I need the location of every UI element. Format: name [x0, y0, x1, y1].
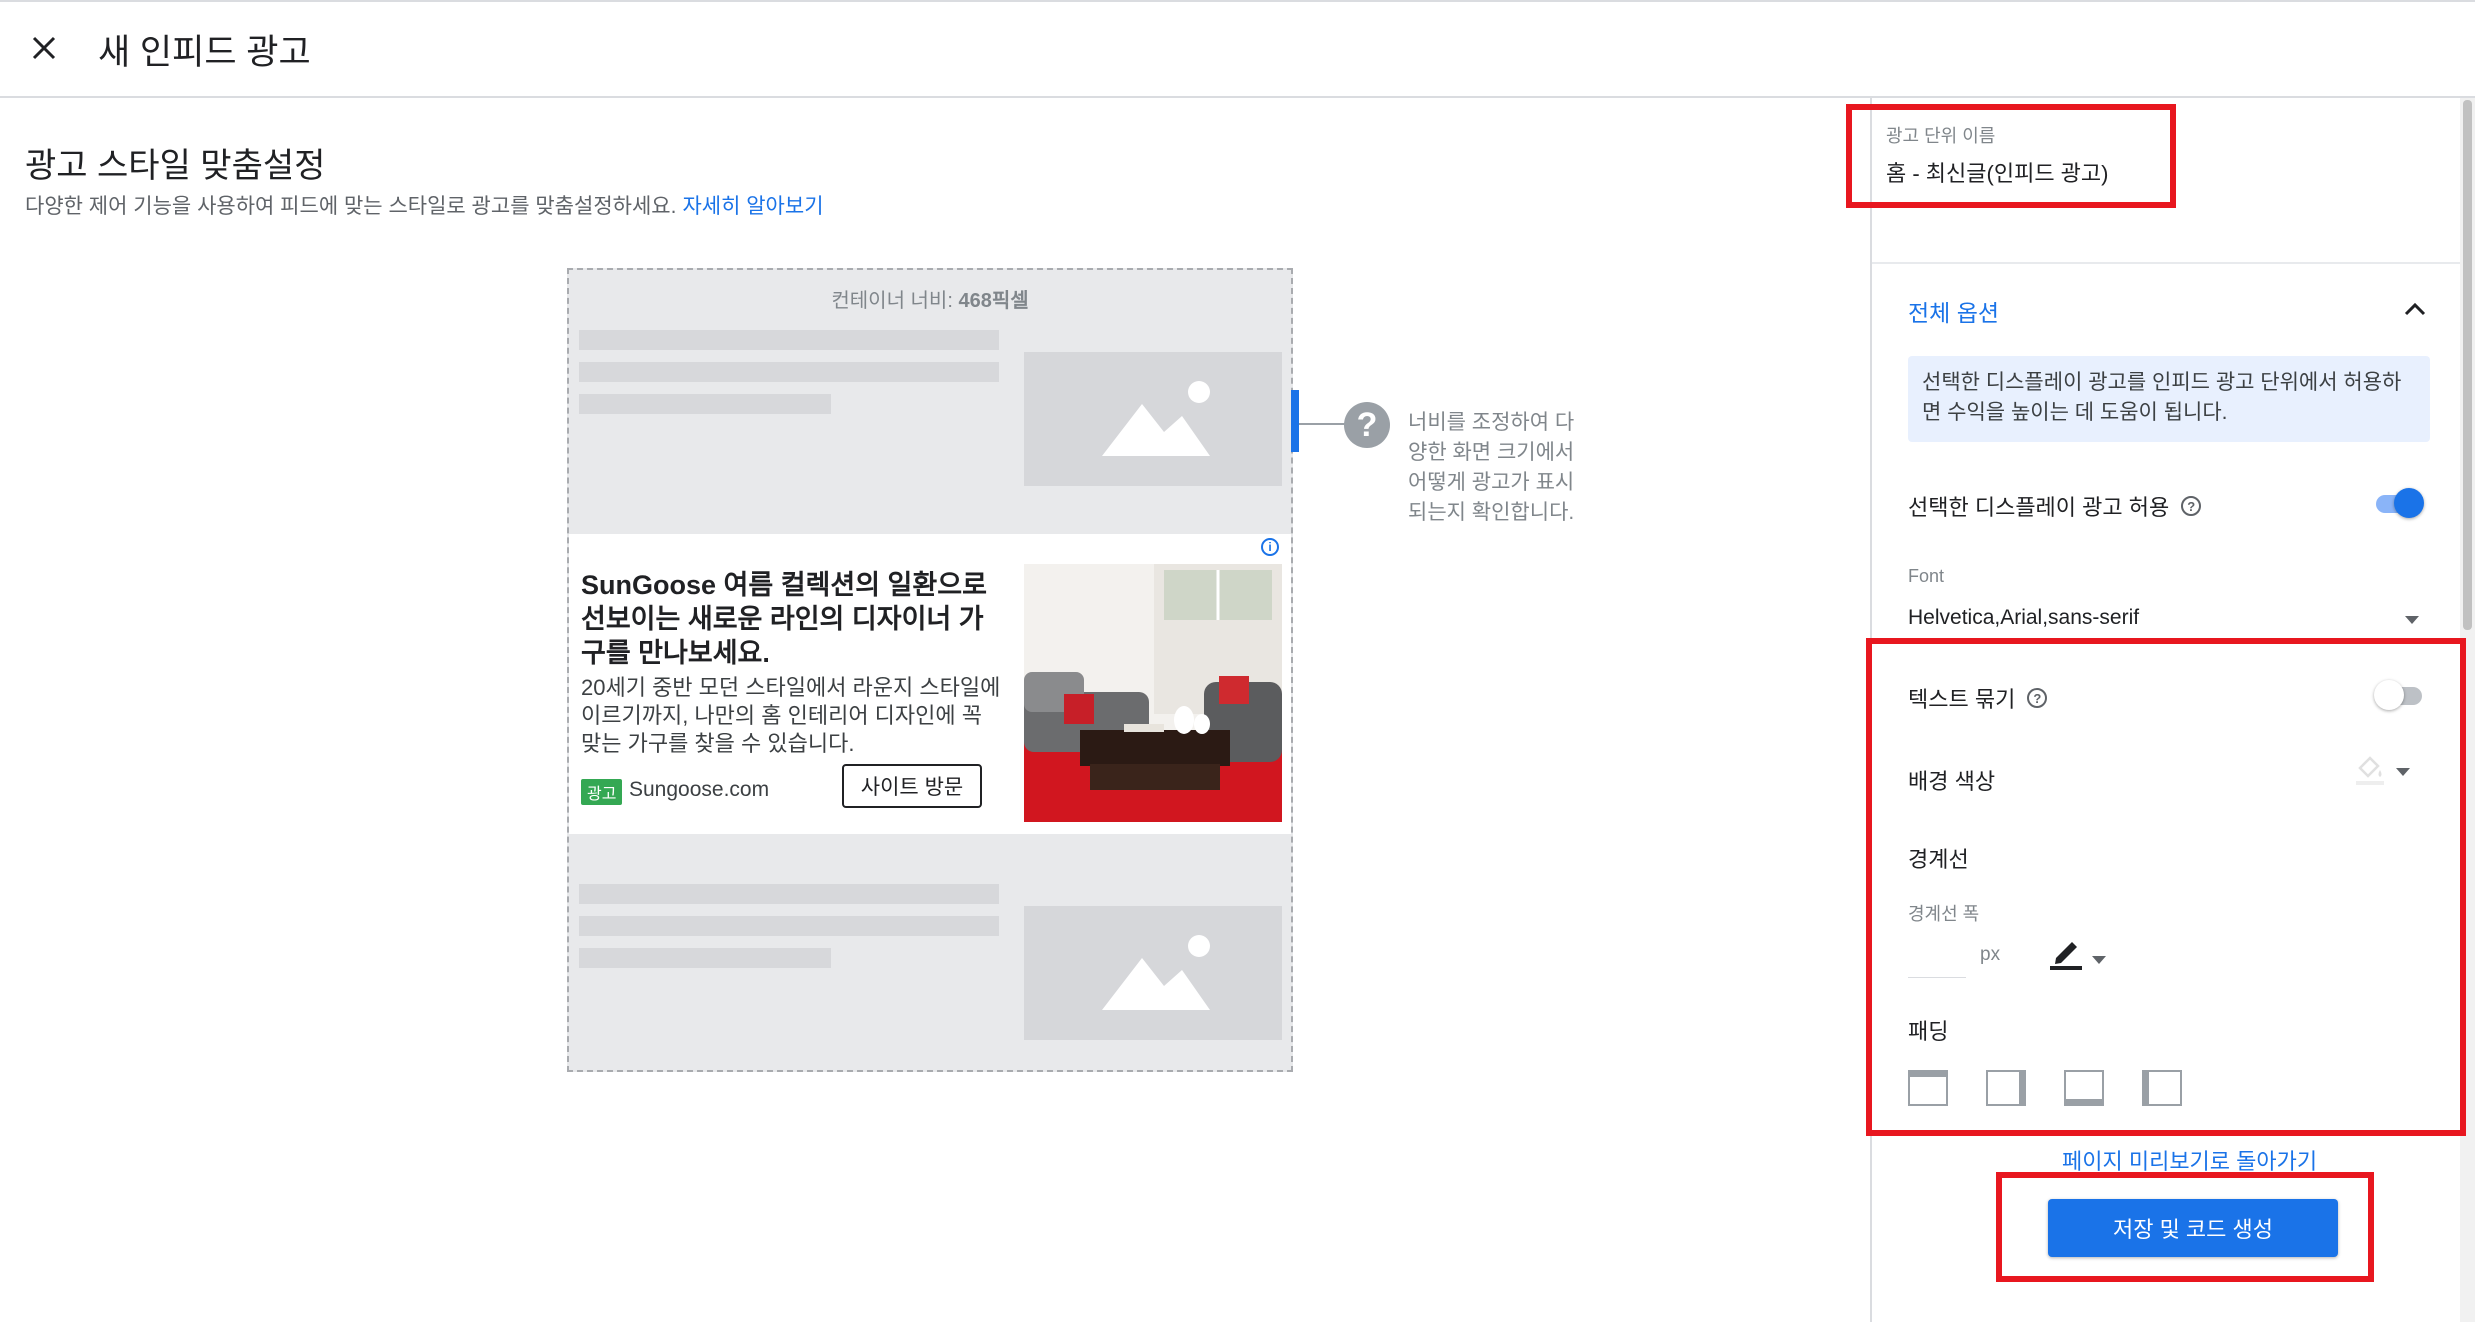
ad-unit-name-field[interactable]: 홈 - 최신글(인피드 광고): [1886, 156, 2108, 188]
placeholder-line: [579, 330, 999, 350]
text-wrap-label: 텍스트 묶기: [1908, 687, 2016, 712]
ad-preview-container: 컨테이너 너비: 468픽셀 i SunGoose 여름 컬렉션의 일환으로 선…: [567, 268, 1293, 1072]
padding-left-icon[interactable]: [2142, 1070, 2182, 1106]
font-label: Font: [1908, 566, 1945, 586]
allow-display-ads-toggle[interactable]: [2374, 488, 2424, 518]
border-color-icon[interactable]: [2046, 932, 2086, 972]
scrollbar-thumb[interactable]: [2463, 100, 2472, 630]
image-placeholder-icon: [1102, 935, 1210, 1010]
page-header-title: 새 인피드 광고: [98, 33, 311, 72]
page-title: 광고 스타일 맞춤설정: [25, 147, 326, 185]
settings-panel: 광고 단위 이름 홈 - 최신글(인피드 광고) 전체 옵션 선택한 디스플레이…: [1870, 98, 2462, 1322]
border-width-input[interactable]: [1908, 936, 1966, 978]
chevron-down-icon[interactable]: [2092, 956, 2106, 964]
font-select[interactable]: Helvetica,Arial,sans-serif: [1908, 606, 2139, 630]
top-bar: 새 인피드 광고: [0, 0, 2475, 98]
allow-display-ads-label: 선택한 디스플레이 광고 허용: [1908, 495, 2170, 520]
ad-unit-name-label: 광고 단위 이름: [1886, 126, 1996, 146]
chevron-up-icon[interactable]: [2400, 294, 2430, 324]
ad-domain: Sungoose.com: [629, 778, 770, 801]
ad-description: 20세기 중반 모던 스타일에서 라운지 스타일에 이르기까지, 나만의 홈 인…: [581, 675, 1001, 756]
main-content: 광고 스타일 맞춤설정 다양한 제어 기능을 사용하여 피드에 맞는 스타일로 …: [0, 98, 1870, 1322]
in-feed-ad[interactable]: i SunGoose 여름 컬렉션의 일환으로 선보이는 새로운 라인의 디자이…: [569, 534, 1291, 834]
placeholder-line: [579, 916, 999, 936]
page-subtitle: 다양한 제어 기능을 사용하여 피드에 맞는 스타일로 광고를 맞춤설정하세요.…: [25, 190, 824, 220]
image-placeholder-icon: [1102, 381, 1210, 456]
all-options-header[interactable]: 전체 옵션: [1908, 294, 1999, 328]
background-color-label: 배경 색상: [1908, 769, 1996, 794]
divider: [1908, 640, 2424, 641]
divider: [1872, 262, 2462, 264]
fill-color-icon[interactable]: [2350, 748, 2390, 788]
text-wrap-row: 텍스트 묶기 ?: [1908, 682, 2048, 714]
container-width-value: 468픽셀: [958, 290, 1029, 312]
ad-badge: 광고: [581, 779, 623, 805]
close-icon: [32, 36, 56, 60]
ad-choices-icon[interactable]: i: [1261, 538, 1279, 556]
border-label: 경계선: [1908, 847, 1969, 872]
placeholder-image: [1024, 906, 1282, 1040]
help-connector: [1299, 423, 1345, 425]
scrollbar[interactable]: [2460, 98, 2475, 1322]
placeholder-line: [579, 394, 831, 414]
living-room-photo: [1024, 564, 1282, 822]
info-box: 선택한 디스플레이 광고를 인피드 광고 단위에서 허용하면 수익을 높이는 데…: [1908, 356, 2430, 442]
help-icon: ?: [1344, 402, 1390, 448]
learn-more-link[interactable]: 자세히 알아보기: [682, 195, 823, 218]
padding-label: 패딩: [1908, 1019, 1949, 1044]
allow-display-ads-row: 선택한 디스플레이 광고 허용 ?: [1908, 490, 2202, 522]
chevron-down-icon[interactable]: [2405, 616, 2419, 624]
padding-right-icon[interactable]: [1986, 1070, 2026, 1106]
width-help-text: 너비를 조정하여 다양한 화면 크기에서 어떻게 광고가 표시되는지 확인합니다…: [1408, 411, 1575, 524]
close-button[interactable]: [22, 26, 66, 70]
help-icon[interactable]: ?: [2181, 496, 2202, 516]
placeholder-line: [579, 948, 831, 968]
placeholder-image: [1024, 352, 1282, 486]
padding-bottom-icon[interactable]: [2064, 1070, 2104, 1106]
save-and-get-code-button[interactable]: 저장 및 코드 생성: [2048, 1199, 2338, 1257]
help-icon[interactable]: ?: [2027, 688, 2048, 708]
border-width-unit: px: [1980, 944, 2001, 965]
placeholder-line: [579, 362, 999, 382]
back-to-preview-link[interactable]: 페이지 미리보기로 돌아가기: [2062, 1144, 2317, 1176]
placeholder-line: [579, 884, 999, 904]
chevron-down-icon[interactable]: [2396, 768, 2410, 776]
border-width-label: 경계선 폭: [1908, 904, 1980, 924]
text-wrap-toggle[interactable]: [2374, 680, 2424, 710]
ad-image: [1024, 564, 1282, 822]
visit-site-button[interactable]: 사이트 방문: [842, 764, 982, 808]
ad-headline: SunGoose 여름 컬렉션의 일환으로 선보이는 새로운 라인의 디자이너 …: [581, 570, 987, 668]
padding-top-icon[interactable]: [1908, 1070, 1948, 1106]
width-resize-handle[interactable]: [1291, 390, 1299, 452]
subtitle-text: 다양한 제어 기능을 사용하여 피드에 맞는 스타일로 광고를 맞춤설정하세요.: [25, 195, 677, 218]
container-width-label: 컨테이너 너비: 468픽셀: [831, 290, 1029, 312]
